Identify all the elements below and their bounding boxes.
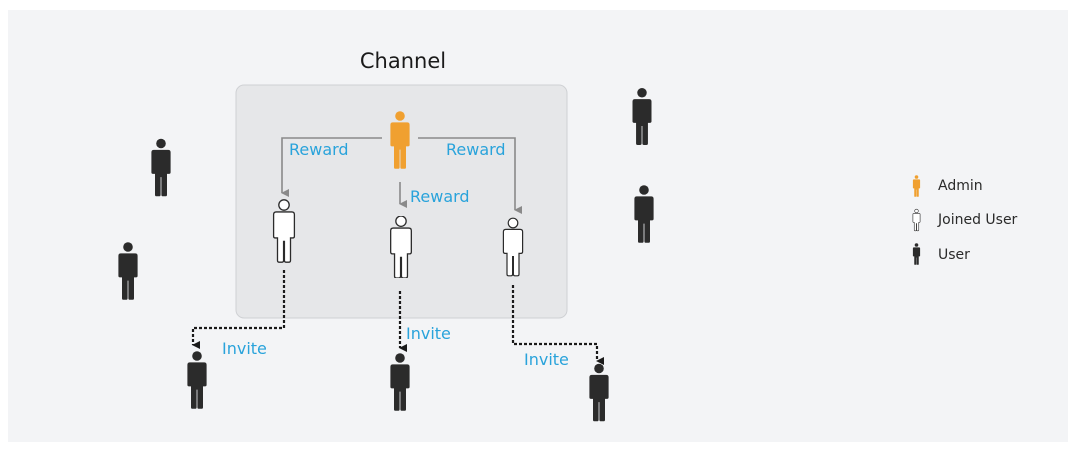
invite-label-center: Invite — [406, 324, 451, 343]
legend-admin: Admin — [912, 175, 983, 197]
legend-admin-label: Admin — [938, 178, 983, 194]
reward-label-right: Reward — [446, 140, 506, 159]
legend-user: User — [912, 243, 970, 265]
invite-label-right: Invite — [524, 350, 569, 369]
legend: Admin Joined User User — [912, 175, 1018, 265]
user-icon-4 — [634, 185, 654, 243]
user-icon — [912, 243, 921, 265]
user-icon-6 — [390, 353, 410, 411]
user-icon-3 — [632, 88, 652, 145]
admin-icon — [912, 175, 921, 197]
diagram-canvas: Channel Reward Reward Reward Invite Invi… — [8, 10, 1068, 442]
reward-label-left: Reward — [289, 140, 349, 159]
invite-label-left: Invite — [222, 339, 267, 358]
diagram-svg: Channel Reward Reward Reward Invite Invi… — [118, 49, 1018, 422]
user-icon-7 — [589, 363, 609, 422]
legend-user-label: User — [938, 247, 970, 263]
user-icon-5 — [187, 351, 207, 409]
user-icon-2 — [118, 242, 138, 300]
reward-label-center: Reward — [410, 187, 470, 206]
user-icon-1 — [151, 138, 171, 197]
joined-user-icon — [912, 208, 921, 232]
legend-joined-user-label: Joined User — [937, 212, 1018, 228]
legend-joined-user: Joined User — [912, 208, 1018, 232]
channel-title: Channel — [360, 49, 446, 73]
